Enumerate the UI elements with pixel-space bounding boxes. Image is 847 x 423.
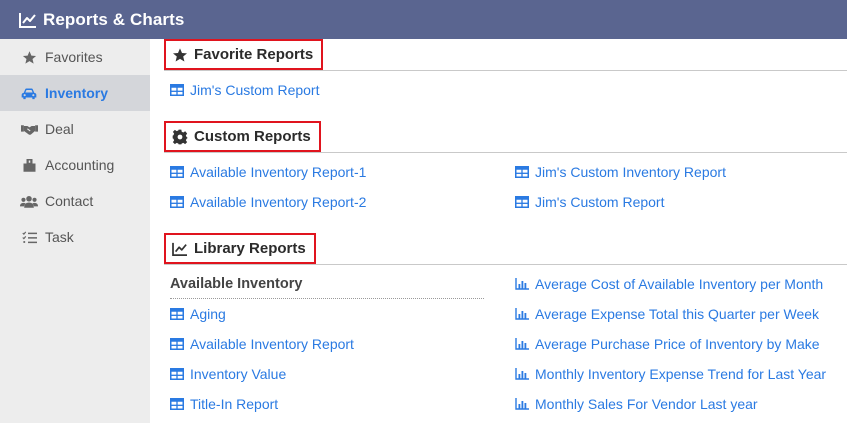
bar-chart-icon: [515, 338, 529, 350]
sidebar-item-inventory[interactable]: Inventory: [0, 75, 150, 111]
table-icon: [170, 166, 184, 178]
sidebar-item-contact[interactable]: Contact: [0, 183, 150, 219]
report-link-available-inventory-report-2[interactable]: Available Inventory Report-2: [170, 194, 366, 210]
report-link-average-cost-available-inventory[interactable]: Average Cost of Available Inventory per …: [515, 276, 823, 292]
library-reports-heading: Library Reports: [164, 233, 316, 264]
sidebar-item-label: Deal: [45, 121, 74, 137]
table-icon: [170, 308, 184, 320]
sidebar-item-label: Inventory: [45, 85, 109, 101]
sidebar: Favorites Inventory Deal Accounting Cont…: [0, 39, 150, 423]
library-subheading: Available Inventory: [170, 276, 303, 292]
sidebar-item-favorites[interactable]: Favorites: [0, 39, 150, 75]
table-icon: [170, 196, 184, 208]
report-link-monthly-sales-for-vendor[interactable]: Monthly Sales For Vendor Last year: [515, 396, 758, 412]
app-title: Reports & Charts: [43, 9, 185, 29]
task-list-icon: [20, 230, 38, 244]
report-link-inventory-value[interactable]: Inventory Value: [170, 366, 286, 382]
star-icon: [20, 50, 38, 65]
line-chart-icon: [172, 242, 188, 256]
line-chart-icon: [19, 12, 37, 28]
table-icon: [515, 196, 529, 208]
report-link-available-inventory-report-1[interactable]: Available Inventory Report-1: [170, 164, 366, 180]
bar-chart-icon: [515, 278, 529, 290]
sidebar-item-deal[interactable]: Deal: [0, 111, 150, 147]
sidebar-item-label: Favorites: [45, 49, 103, 65]
report-link-jims-custom-report[interactable]: Jim's Custom Report: [515, 194, 664, 210]
subheading-divider: [170, 298, 484, 299]
favorite-reports-heading: Favorite Reports: [164, 39, 324, 70]
section-divider: [164, 152, 847, 153]
report-link-average-purchase-price-by-make[interactable]: Average Purchase Price of Inventory by M…: [515, 336, 820, 352]
car-icon: [20, 87, 38, 100]
report-link-title-in-report[interactable]: Title-In Report: [170, 396, 278, 412]
table-icon: [170, 398, 184, 410]
sidebar-item-label: Task: [45, 229, 74, 245]
star-icon: [172, 47, 188, 63]
report-link-available-inventory-report[interactable]: Available Inventory Report: [170, 336, 354, 352]
bar-chart-icon: [515, 368, 529, 380]
section-divider: [164, 264, 847, 265]
accounting-icon: [20, 158, 38, 172]
report-link-jims-custom-inventory-report[interactable]: Jim's Custom Inventory Report: [515, 164, 726, 180]
table-icon: [170, 84, 184, 96]
users-icon: [20, 195, 38, 208]
report-link-average-expense-total-quarter[interactable]: Average Expense Total this Quarter per W…: [515, 306, 819, 322]
report-link-jims-custom-report[interactable]: Jim's Custom Report: [170, 82, 319, 98]
report-link-aging[interactable]: Aging: [170, 306, 226, 322]
sidebar-item-label: Contact: [45, 193, 94, 209]
bar-chart-icon: [515, 398, 529, 410]
table-icon: [170, 338, 184, 350]
table-icon: [170, 368, 184, 380]
main-content: Favorite Reports Jim's Custom Report Cus…: [150, 39, 847, 423]
custom-reports-heading: Custom Reports: [164, 121, 321, 152]
bar-chart-icon: [515, 308, 529, 320]
table-icon: [515, 166, 529, 178]
sidebar-item-accounting[interactable]: Accounting: [0, 147, 150, 183]
report-link-monthly-inventory-expense-trend[interactable]: Monthly Inventory Expense Trend for Last…: [515, 366, 826, 382]
section-divider: [164, 70, 847, 71]
sidebar-item-task[interactable]: Task: [0, 219, 150, 255]
sidebar-item-label: Accounting: [45, 157, 115, 173]
gear-icon: [172, 129, 188, 145]
app-header: Reports & Charts: [0, 0, 847, 39]
handshake-icon: [20, 123, 38, 136]
